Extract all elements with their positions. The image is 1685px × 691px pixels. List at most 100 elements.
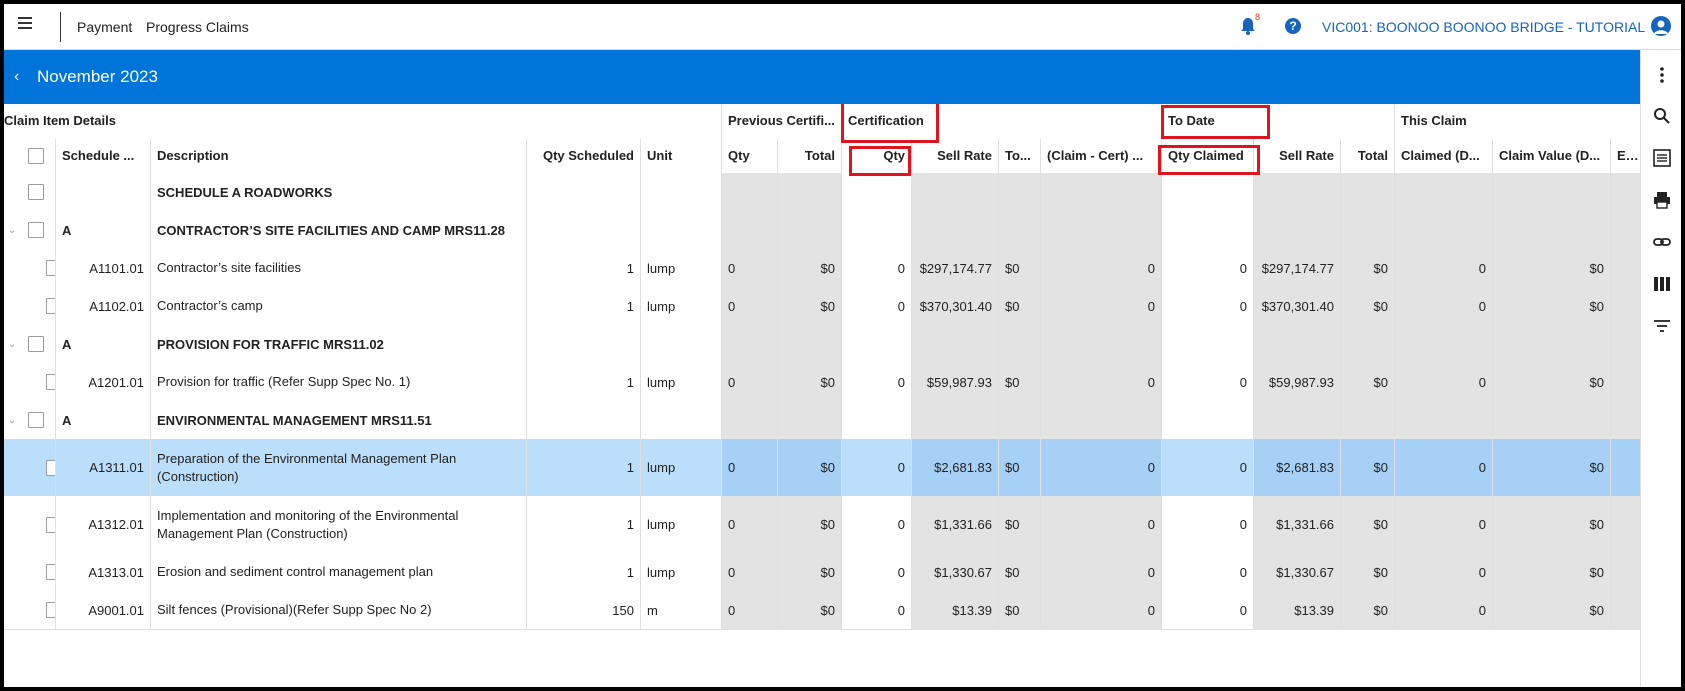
claim-value-cell: $0	[1493, 439, 1611, 496]
header-cert-total[interactable]: To...	[999, 139, 1041, 173]
table-row[interactable]: A1313.01 Erosion and sediment control man…	[4, 553, 1640, 592]
qty-scheduled-cell: 1	[527, 553, 641, 591]
prev-qty-cell	[722, 401, 778, 439]
row-checkbox[interactable]	[28, 222, 44, 238]
column-group-header: Claim Item Details Previous Certifi... C…	[4, 104, 1640, 140]
header-prev-qty[interactable]: Qty	[722, 139, 778, 173]
print-icon[interactable]	[1653, 191, 1671, 209]
group-row[interactable]: ⌄ A CONTRACTOR’S SITE FACILITIES AND CAMP …	[4, 211, 1640, 250]
project-name[interactable]: VIC001: BOONOO BOONOO BRIDGE - TUTORIAL	[1322, 19, 1645, 35]
header-unit[interactable]: Unit	[641, 139, 722, 173]
table-row[interactable]: A1101.01 Contractor’s site facilities 1 lum…	[4, 249, 1640, 288]
qty-scheduled-cell	[527, 325, 641, 363]
header-earned[interactable]: Ear	[1611, 139, 1640, 173]
unit-cell: lump	[641, 287, 722, 325]
row-checkbox[interactable]	[46, 374, 55, 390]
td-total-cell: $0	[1341, 249, 1395, 287]
header-claimed-d[interactable]: Claimed (D...	[1395, 139, 1493, 173]
menu-icon[interactable]	[18, 17, 32, 29]
expand-chevron-icon[interactable]: ⌄	[8, 415, 16, 426]
td-total-cell	[1341, 325, 1395, 363]
header-qty-claimed[interactable]: Qty Claimed	[1162, 139, 1254, 173]
back-chevron-icon[interactable]: ‹	[14, 68, 19, 86]
row-checkbox[interactable]	[46, 564, 55, 580]
group-row[interactable]: SCHEDULE A ROADWORKS	[4, 173, 1640, 212]
claimed-d-cell: 0	[1395, 591, 1493, 629]
list-view-icon[interactable]	[1653, 149, 1671, 167]
header-claim-value[interactable]: Claim Value (D...	[1493, 139, 1611, 173]
expand-chevron-icon[interactable]: ⌄	[8, 339, 16, 350]
columns-icon[interactable]	[1653, 275, 1671, 293]
schedule-cell: A	[56, 211, 151, 249]
filter-icon[interactable]	[1653, 317, 1671, 335]
header-cert-sell-rate[interactable]: Sell Rate	[912, 139, 999, 173]
notification-count: 8	[1255, 12, 1261, 22]
row-checkbox[interactable]	[46, 459, 55, 476]
select-all-checkbox[interactable]	[28, 148, 44, 164]
right-toolbar	[1640, 50, 1681, 687]
header-schedule[interactable]: Schedule ...	[56, 139, 151, 173]
claim-minus-cert-cell: 0	[1041, 591, 1162, 629]
cert-qty-cell	[842, 325, 912, 363]
claim-grid: Claim Item Details Previous Certifi... C…	[4, 104, 1640, 687]
breadcrumb-payment[interactable]: Payment	[77, 19, 132, 35]
prev-qty-cell: 0	[722, 439, 778, 496]
search-icon[interactable]	[1653, 107, 1671, 125]
header-claim-minus-cert[interactable]: (Claim - Cert) ...	[1041, 139, 1162, 173]
earned-cell	[1611, 287, 1640, 325]
unit-cell: lump	[641, 496, 722, 553]
cert-sell-rate-cell: $1,330.67	[912, 553, 999, 591]
td-total-cell: $0	[1341, 591, 1395, 629]
row-checkbox[interactable]	[46, 602, 55, 618]
description-cell: CONTRACTOR’S SITE FACILITIES AND CAMP MR…	[151, 211, 527, 249]
select	[4, 496, 56, 553]
header-qty-scheduled[interactable]: Qty Scheduled	[527, 139, 641, 173]
claim-minus-cert-cell	[1041, 211, 1162, 249]
table-row[interactable]: A1102.01 Contractor’s camp 1 lump 0 $0 0 $370,3…	[4, 287, 1640, 326]
more-vertical-icon[interactable]	[1653, 66, 1671, 84]
app-frame: Payment Progress Claims 8 ? VIC001: BOON…	[4, 4, 1681, 687]
row-checkbox[interactable]	[28, 412, 44, 428]
header-cert-qty[interactable]: Qty	[842, 139, 912, 173]
qty-claimed-cell: 0	[1162, 363, 1254, 401]
prev-total-cell: $0	[778, 553, 842, 591]
expand-chevron-icon[interactable]: ⌄	[8, 225, 16, 236]
description-cell: Implementation and monitoring of the Env…	[151, 496, 527, 553]
earned-cell	[1611, 591, 1640, 629]
breadcrumb-progress-claims[interactable]: Progress Claims	[146, 19, 249, 35]
divider	[60, 12, 61, 42]
header-td-sell-rate[interactable]: Sell Rate	[1254, 139, 1341, 173]
table-row[interactable]: A1311.01 Preparation of the Environmental…	[4, 439, 1640, 497]
claim-value-cell: $0	[1493, 287, 1611, 325]
earned-cell	[1611, 325, 1640, 363]
link-icon[interactable]	[1653, 233, 1671, 251]
header-description[interactable]: Description	[151, 139, 527, 173]
row-checkbox[interactable]	[46, 516, 55, 533]
period-title: November 2023	[37, 67, 158, 86]
qty-scheduled-cell	[527, 173, 641, 211]
claimed-d-cell	[1395, 401, 1493, 439]
prev-qty-cell	[722, 325, 778, 363]
bell-icon[interactable]	[1240, 17, 1256, 35]
table-row[interactable]: A1201.01 Provision for traffic (Refer Sup…	[4, 363, 1640, 402]
unit-cell: lump	[641, 363, 722, 401]
help-icon[interactable]: ?	[1285, 18, 1301, 34]
row-checkbox[interactable]	[46, 260, 55, 276]
header-prev-total[interactable]: Total	[778, 139, 842, 173]
cert-total-cell: $0	[999, 553, 1041, 591]
schedule-cell: A1313.01	[56, 553, 151, 591]
table-row[interactable]: A9001.01 Silt fences (Provisional)(Refer …	[4, 591, 1640, 630]
claimed-d-cell	[1395, 211, 1493, 249]
row-checkbox[interactable]	[28, 184, 44, 200]
qty-claimed-cell: 0	[1162, 287, 1254, 325]
group-row[interactable]: ⌄ A PROVISION FOR TRAFFIC MRS11.02	[4, 325, 1640, 364]
avatar-icon[interactable]	[1651, 16, 1671, 36]
cert-total-cell	[999, 401, 1041, 439]
row-checkbox[interactable]	[28, 336, 44, 352]
cert-total-cell: $0	[999, 496, 1041, 553]
cert-total-cell	[999, 173, 1041, 211]
group-row[interactable]: ⌄ A ENVIRONMENTAL MANAGEMENT MRS11.51	[4, 401, 1640, 440]
header-td-total[interactable]: Total	[1341, 139, 1395, 173]
table-row[interactable]: A1312.01 Implementation and monitoring of…	[4, 496, 1640, 554]
row-checkbox[interactable]	[46, 298, 55, 314]
